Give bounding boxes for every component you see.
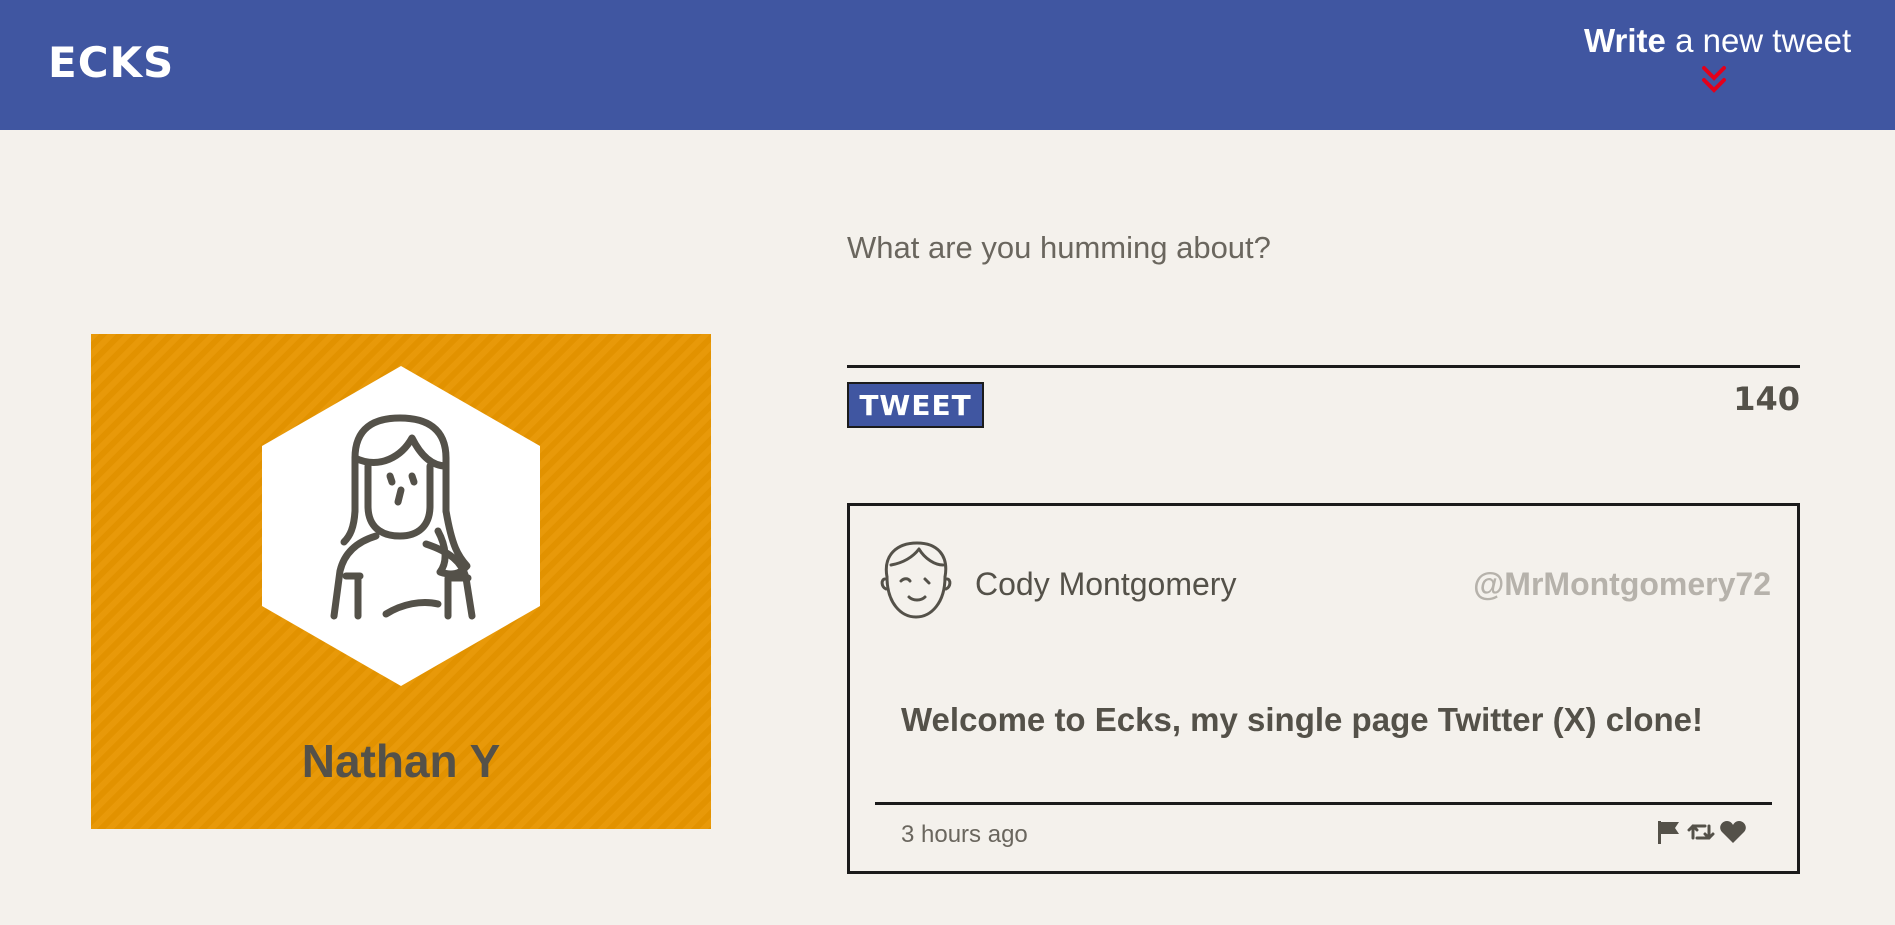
woman-avatar-icon [262,366,540,686]
write-new-tweet-toggle[interactable]: Write a new tweet [1584,22,1851,102]
tweet-card: Cody Montgomery @MrMontgomery72 Welcome … [847,503,1800,874]
brand-logo[interactable]: ECKS [48,38,174,87]
retweet-icon[interactable] [1687,818,1715,846]
tweet-actions [1655,818,1747,846]
character-counter: 140 [1733,380,1800,418]
write-label-strong: Write [1584,22,1666,59]
tweet-composer: TWEET 140 [847,220,1800,428]
tweet-author-handle: @MrMontgomery72 [1473,566,1771,602]
profile-name: Nathan Y [301,735,501,787]
tweet-button[interactable]: TWEET [847,382,984,428]
tweet-footer-divider [875,802,1772,805]
write-new-tweet-label[interactable]: Write a new tweet [1584,22,1851,60]
tweet-author-name: Cody Montgomery [975,566,1237,602]
double-chevron-down-icon[interactable] [1699,64,1729,96]
heart-icon[interactable] [1719,818,1747,846]
tweet-timestamp: 3 hours ago [901,821,1028,848]
top-navbar: ECKS Write a new tweet [0,0,1895,130]
write-label-rest: a new tweet [1675,22,1852,59]
profile-card: Nathan Y [91,334,711,829]
tweet-input[interactable] [847,220,1800,368]
flag-icon[interactable] [1655,818,1683,846]
tweet-content: Welcome to Ecks, my single page Twitter … [901,701,1703,738]
man-avatar-icon [880,541,952,619]
